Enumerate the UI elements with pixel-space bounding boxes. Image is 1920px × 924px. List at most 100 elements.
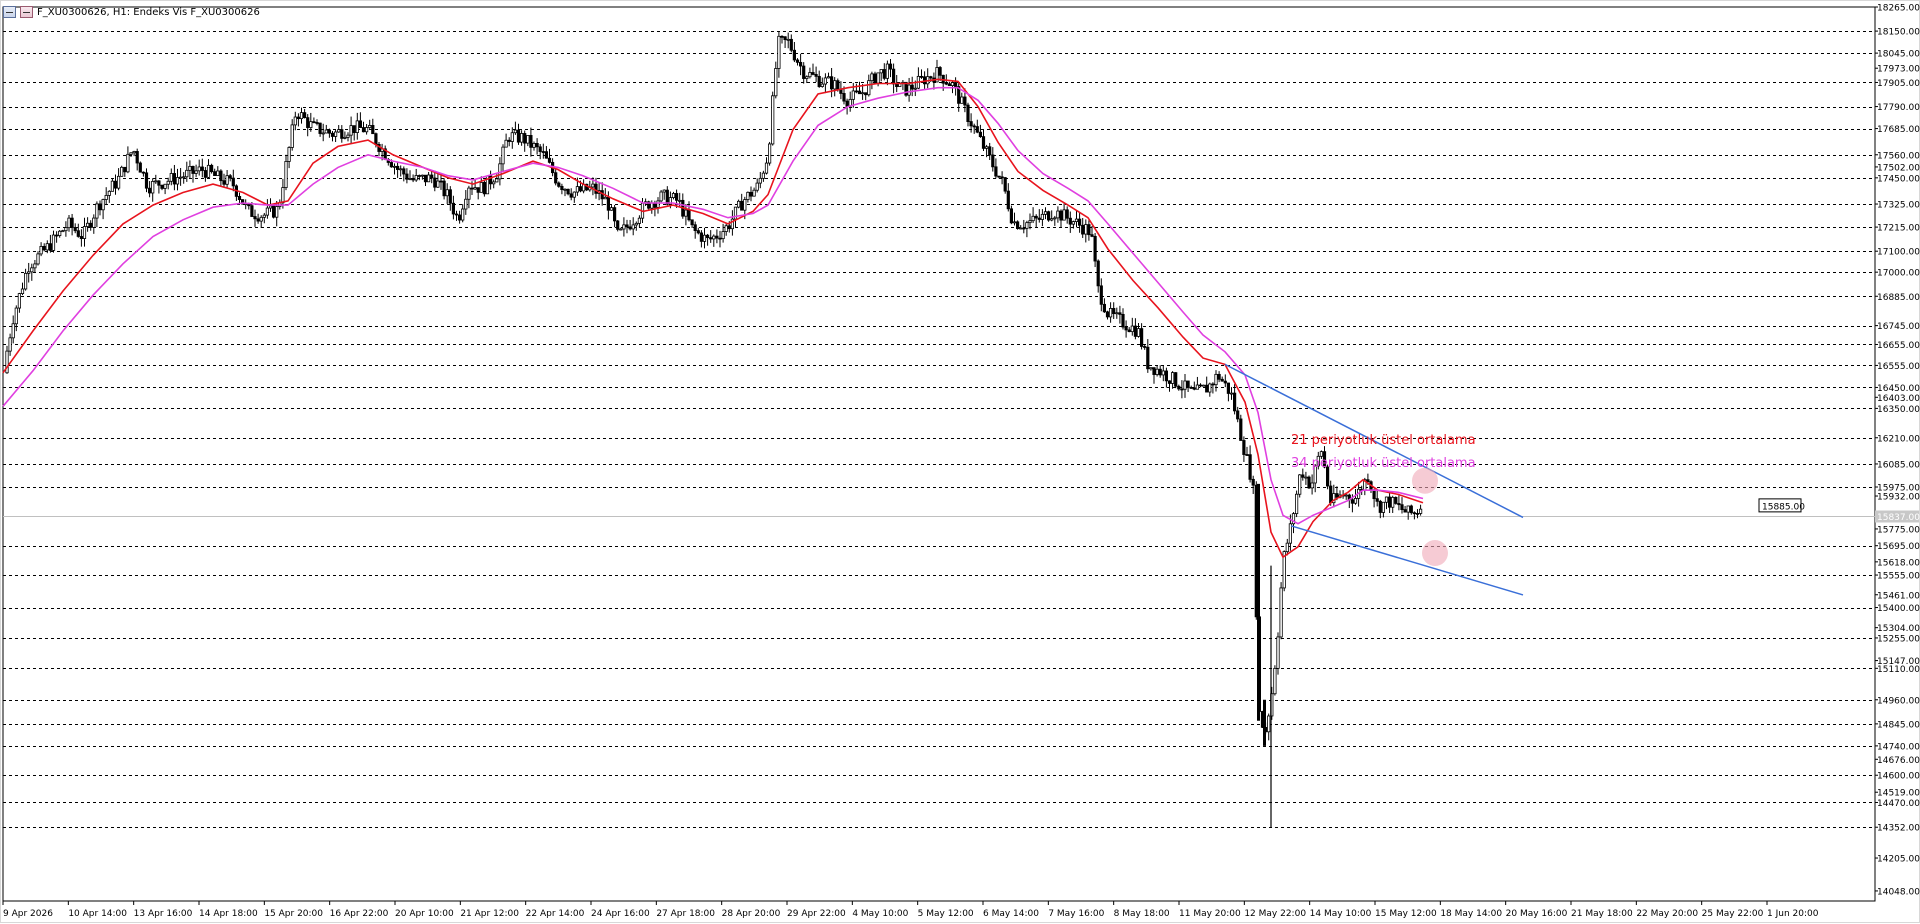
- x-tick-label: 5 May 12:00: [918, 909, 974, 919]
- candle-body: [712, 235, 716, 240]
- candle-body: [836, 80, 840, 90]
- candle-body: [188, 165, 192, 171]
- y-tick-label: 16450.00: [1877, 384, 1920, 394]
- y-tick-label: 14205.00: [1877, 855, 1920, 865]
- y-tick-label: 15695.00: [1877, 542, 1920, 552]
- trendline[interactable]: [1290, 525, 1524, 596]
- chart-title: F_XU0300626, H1: Endeks Vis F_XU0300626: [37, 6, 260, 18]
- x-tick-label: 1 Jun 20:00: [1767, 909, 1819, 919]
- candle-body: [1143, 346, 1147, 348]
- candle-body: [48, 243, 53, 251]
- price-chart[interactable]: 18265.00 18150.00 18045.00 17973.00 17905.00…: [1, 1, 1920, 924]
- candle-body: [402, 168, 406, 175]
- y-tick-label: 15110.00: [1877, 665, 1920, 675]
- candle-body: [1152, 367, 1156, 375]
- candle-body: [622, 224, 626, 230]
- candle-body: [271, 205, 276, 218]
- x-tick-label: 28 Apr 20:00: [722, 909, 781, 919]
- candle-body: [1183, 380, 1187, 390]
- candle-body: [284, 161, 288, 188]
- candle-body: [461, 208, 465, 221]
- candle-body: [1350, 499, 1354, 504]
- x-tick-label: 16 Apr 22:00: [330, 909, 389, 919]
- candle-body: [842, 93, 846, 102]
- x-tick-label: 22 Apr 14:00: [526, 909, 585, 919]
- candle-body: [795, 59, 800, 63]
- candle-body: [1372, 489, 1376, 500]
- candle-body: [544, 151, 549, 159]
- candle-body: [144, 172, 149, 189]
- x-tick-label: 13 Apr 16:00: [134, 909, 193, 919]
- candle-body: [1388, 496, 1392, 508]
- symbol-icon[interactable]: [20, 6, 33, 18]
- candle-body: [175, 177, 180, 185]
- candle-body: [194, 170, 198, 174]
- candle-body: [14, 307, 18, 325]
- candle-body: [780, 35, 784, 38]
- candle-body: [743, 199, 747, 211]
- x-tick-label: 11 May 20:00: [1179, 909, 1241, 919]
- candle-body: [268, 205, 273, 209]
- candle-body: [473, 187, 477, 190]
- candle-body: [1040, 213, 1044, 220]
- candle-body: [1118, 312, 1122, 315]
- candle-body: [749, 191, 753, 197]
- candle-body: [879, 69, 883, 74]
- candle-body: [783, 36, 787, 41]
- candle-body: [1047, 211, 1051, 221]
- candle-body: [104, 195, 108, 200]
- candle-body: [504, 139, 508, 148]
- candle-body: [1236, 410, 1240, 420]
- candle-body: [321, 132, 325, 135]
- candle-body: [656, 200, 660, 208]
- candle-body: [867, 80, 871, 96]
- candle-body: [135, 151, 139, 164]
- chart-window[interactable]: F_XU0300626, H1: Endeks Vis F_XU0300626 …: [0, 0, 1920, 923]
- candle-body: [994, 166, 998, 177]
- candle-body: [603, 196, 607, 200]
- candle-body: [442, 180, 446, 197]
- candle-body: [129, 152, 133, 155]
- x-tick-label: 15 Apr 20:00: [264, 909, 323, 919]
- candle-body: [237, 195, 242, 200]
- chart-window-icon[interactable]: [3, 6, 16, 18]
- candle-body: [516, 129, 521, 143]
- candle-body: [820, 83, 824, 87]
- candle-body: [327, 129, 332, 134]
- candle-body: [1394, 496, 1398, 504]
- candle-body: [786, 38, 790, 41]
- candle-body: [1009, 208, 1014, 224]
- candle-body: [1164, 370, 1168, 382]
- y-tick-label: 17973.00: [1877, 65, 1920, 75]
- candle-body: [929, 76, 933, 79]
- candle-body: [699, 232, 704, 242]
- candle-body: [665, 189, 669, 205]
- candle-body: [746, 191, 750, 200]
- candle-body: [1149, 367, 1153, 370]
- candle-body: [768, 143, 772, 164]
- candle-body: [591, 183, 595, 188]
- candle-body: [1105, 311, 1110, 318]
- candle-body: [395, 165, 400, 170]
- candle-body: [436, 180, 440, 188]
- y-tick-label: 16555.00: [1877, 362, 1920, 372]
- y-tick-label: 14352.00: [1877, 824, 1920, 834]
- y-tick-label: 14519.00: [1877, 789, 1920, 799]
- candle-body: [628, 226, 632, 230]
- candle-body: [978, 131, 983, 137]
- candle-body: [1028, 220, 1032, 224]
- crash-candle: [1263, 699, 1266, 746]
- candle-body: [482, 182, 487, 195]
- candle-body: [975, 126, 979, 133]
- candle-body: [938, 67, 942, 76]
- candle-body: [358, 120, 363, 128]
- candle-body: [30, 267, 34, 273]
- candle-body: [1037, 217, 1041, 220]
- candle-body: [1003, 177, 1007, 192]
- candle-body: [330, 132, 335, 137]
- candle-body: [163, 183, 167, 189]
- candle-body: [203, 170, 207, 178]
- y-tick-label: 15304.00: [1877, 624, 1920, 634]
- candle-body: [420, 174, 425, 177]
- candle-body: [1304, 476, 1308, 479]
